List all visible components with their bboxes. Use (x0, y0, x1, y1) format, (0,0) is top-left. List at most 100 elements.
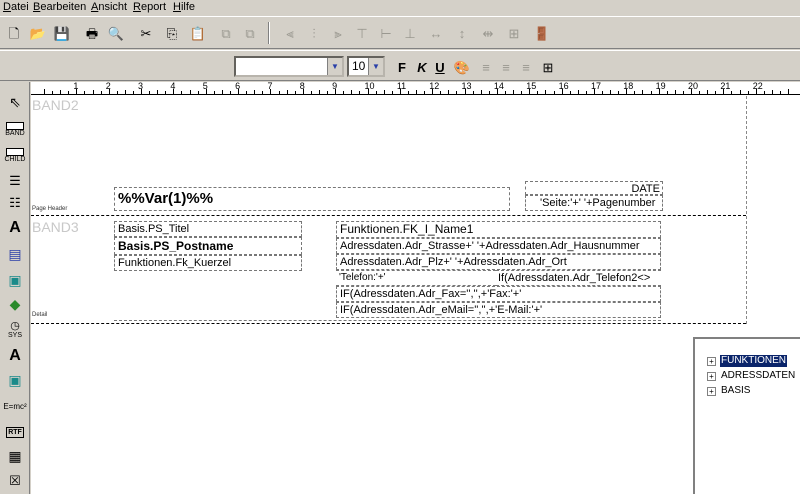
sysdata-tool[interactable]: ◷ SYS (2, 318, 28, 342)
ruler-tick (351, 90, 353, 94)
copy-icon[interactable]: ⎘ (162, 23, 182, 43)
font-size-select[interactable]: 10 ▼ (347, 56, 385, 77)
ruler-tick (763, 91, 765, 94)
align-center-icon[interactable]: ≡ (496, 57, 516, 77)
expand-icon[interactable]: + (707, 386, 716, 396)
var-field[interactable]: %%Var(1)%% (114, 187, 510, 211)
ruler-tick (448, 90, 450, 94)
email-field[interactable]: IF(Adressdaten.Adr_eMail='','',+'E-Mail:… (336, 302, 661, 318)
align-vertical-centers-icon[interactable]: ⊢ (376, 23, 396, 43)
ruler-tick (521, 91, 523, 94)
horizontal-ruler: 1 2 3 4 5 6 7 8 9 10 11 12 13 14 15 16 17 18 19 20 21 22 (31, 82, 800, 95)
align-top-edges-icon[interactable]: ⊤ (352, 23, 372, 43)
telefon-label-field[interactable]: 'Telefon:'+' (336, 270, 496, 286)
ruler-tick (593, 89, 595, 94)
align-right-edges-icon[interactable]: ⫸ (328, 23, 348, 43)
paste-icon[interactable]: 📋 (188, 23, 208, 43)
image-icon[interactable]: ▣ (2, 270, 28, 290)
ruler-tick (658, 89, 660, 94)
date-field[interactable]: DATE (525, 181, 663, 195)
align-bottom-edges-icon[interactable]: ⊥ (400, 23, 420, 43)
tree-item-adressdaten[interactable]: + ADRESSDATEN (707, 370, 796, 382)
strasse-field[interactable]: Adressdaten.Adr_Strasse+' '+Adressdaten.… (336, 238, 661, 254)
group-band-icon[interactable]: ☰ (2, 170, 28, 190)
print-preview-icon[interactable]: 🔍 (106, 23, 126, 43)
ruler-tick (84, 91, 86, 94)
kuerzel-field[interactable]: Funktionen.Fk_Kuerzel (114, 255, 302, 271)
ruler-tick (618, 91, 620, 94)
postname-field[interactable]: Basis.PS_Postname (114, 237, 302, 255)
bold-button[interactable]: F (392, 57, 412, 77)
menu-ansicht[interactable]: Ansicht (88, 0, 130, 16)
name1-field[interactable]: Funktionen.FK_I_Name1 (336, 221, 661, 238)
report-design-area[interactable]: 1 2 3 4 5 6 7 8 9 10 11 12 13 14 15 16 17 18 19 20 21 22 BAND… (31, 82, 800, 494)
underline-button[interactable]: U (430, 57, 450, 77)
child-band-tool[interactable]: CHILD (2, 144, 28, 166)
titel-field[interactable]: Basis.PS_Titel (114, 221, 302, 237)
print-icon[interactable]: 🖶 (82, 23, 102, 43)
same-width-icon[interactable]: ↔ (426, 23, 446, 43)
expand-icon[interactable]: + (707, 371, 716, 381)
bring-to-front-icon[interactable]: ⧉ (216, 23, 236, 43)
expand-icon[interactable]: + (707, 356, 716, 366)
menu-report[interactable]: Report (130, 0, 169, 16)
align-left-edges-icon[interactable]: ⫷ (280, 23, 300, 43)
plz-ort-field[interactable]: Adressdaten.Adr_Plz+' '+Adressdaten.Adr_… (336, 254, 661, 270)
exit-door-icon[interactable]: 🚪 (532, 23, 552, 43)
menu-bearbeiten[interactable]: Bearbeiten (30, 0, 89, 16)
tree-item-basis[interactable]: + BASIS (707, 385, 751, 397)
db-text-tool[interactable]: A (2, 346, 28, 366)
ruler-tick (343, 91, 345, 94)
shape-icon[interactable]: ◆ (2, 294, 28, 314)
band-tool[interactable]: BAND (2, 118, 28, 140)
ruler-tick (650, 91, 652, 94)
ruler-tick (100, 91, 102, 94)
same-height-icon[interactable]: ↕ (452, 23, 472, 43)
richtext-icon[interactable]: ▦ (2, 446, 28, 466)
fax-field[interactable]: IF(Adressdaten.Adr_Fax='','',+'Fax:'+' (336, 286, 661, 302)
new-document-icon[interactable]: 🗋 (4, 23, 24, 43)
page-number-field[interactable]: 'Seite:'+' '+Pagenumber (525, 195, 663, 211)
ruler-number: 16 (558, 82, 569, 91)
chevron-down-icon[interactable]: ▼ (327, 58, 342, 75)
open-folder-icon[interactable]: 📂 (28, 23, 48, 43)
menu-datei[interactable]: Datei (0, 0, 32, 16)
ruler-number: 12 (429, 82, 440, 91)
save-icon[interactable]: 💾 (52, 23, 72, 43)
send-to-back-icon[interactable]: ⧉ (240, 23, 260, 43)
ruler-tick (157, 90, 159, 94)
pointer-icon[interactable]: ⇖ (2, 92, 28, 112)
font-name-select[interactable]: ▼ (234, 56, 344, 77)
menu-hilfe[interactable]: Hilfe (170, 0, 198, 16)
checkbox-icon[interactable]: ☒ (2, 470, 28, 490)
sub-detail-icon[interactable]: ☷ (2, 192, 28, 212)
ruler-tick (715, 91, 717, 94)
cut-icon[interactable]: ✂ (136, 23, 156, 43)
ruler-tick (278, 91, 280, 94)
ruler-tick (124, 90, 126, 94)
rtf-tool[interactable]: RTF (2, 422, 28, 442)
ruler-tick (561, 89, 563, 94)
color-palette-icon[interactable]: 🎨 (452, 57, 472, 77)
tree-label[interactable]: ADRESSDATEN (720, 370, 796, 382)
chevron-down-icon[interactable]: ▼ (368, 58, 383, 75)
tree-label[interactable]: BASIS (720, 385, 751, 397)
ruler-tick (513, 90, 515, 94)
center-in-band-icon[interactable]: ⊞ (504, 23, 524, 43)
label-tool[interactable]: A (2, 218, 28, 238)
db-image-icon[interactable]: ▣ (2, 370, 28, 390)
frame-lines-icon[interactable]: ⊞ (538, 57, 558, 77)
tree-item-funktionen[interactable]: + FUNKTIONEN (707, 355, 787, 367)
telefon-if-field[interactable]: If(Adressdaten.Adr_Telefon2<> (496, 270, 661, 286)
align-left-icon[interactable]: ≡ (476, 57, 496, 77)
space-evenly-icon[interactable]: ⇹ (478, 23, 498, 43)
ruler-tick (391, 91, 393, 94)
expression-tool[interactable]: E=mc² (2, 396, 28, 418)
memo-icon[interactable]: ▤ (2, 244, 28, 264)
align-right-icon[interactable]: ≡ (516, 57, 536, 77)
ruler-tick (68, 91, 70, 94)
tree-label[interactable]: FUNKTIONEN (720, 355, 787, 367)
ruler-tick (537, 91, 539, 94)
italic-button[interactable]: K (412, 57, 432, 77)
align-horizontal-centers-icon[interactable]: ⫶ (304, 23, 324, 43)
